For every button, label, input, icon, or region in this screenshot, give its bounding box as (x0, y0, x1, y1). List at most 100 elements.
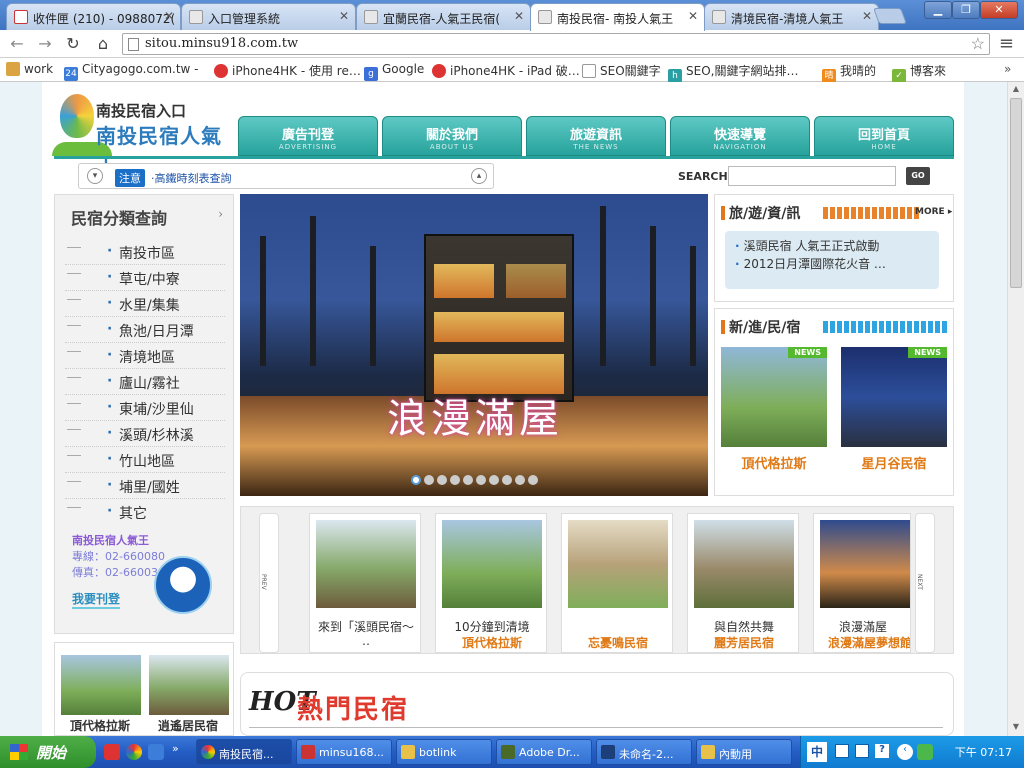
maximize-button[interactable]: ❐ (952, 1, 980, 19)
register-link[interactable]: 我要刊登 (72, 590, 121, 609)
address-bar[interactable]: sitou.minsu918.com.tw ☆ (122, 33, 990, 55)
close-window-button[interactable]: ✕ (980, 1, 1018, 19)
quicklaunch-icon[interactable] (148, 744, 164, 760)
news-item[interactable]: · 2012日月潭國際花火音 … (735, 255, 929, 273)
featured-name[interactable]: 逍遙居民宿 (145, 717, 231, 734)
bookmark-item[interactable]: 晴我晴的 (822, 62, 876, 83)
browser-tab[interactable]: 宜蘭民宿-人氣王民宿(✕ (356, 3, 531, 30)
help-icon[interactable]: ? (875, 744, 889, 758)
taskbar-item[interactable]: 未命名-2... (596, 739, 692, 765)
bookmark-item[interactable]: SEO關鍵字 (582, 62, 661, 79)
more-bookmarks-icon[interactable]: » (1004, 62, 1011, 76)
new-listing-name[interactable]: 星月谷民宿 (841, 453, 947, 472)
carousel-item[interactable]: 來到「溪頭民宿～ ‥ (309, 513, 421, 653)
slide-dot[interactable] (502, 475, 512, 485)
new-listing-card[interactable]: NEWS (841, 347, 947, 447)
carousel-item[interactable]: 浪漫滿屋 浪漫滿屋夢想館 (813, 513, 911, 653)
close-icon[interactable]: ✕ (164, 9, 174, 23)
bookmark-item[interactable]: 24 Cityagogo.com.tw - (64, 62, 199, 81)
chevron-down-icon[interactable]: ▾ (87, 168, 103, 184)
category-item[interactable]: · 清境地區 (65, 343, 225, 369)
category-item[interactable]: · 南投市區 (65, 239, 225, 265)
browser-tab[interactable]: 入口管理系統 ✕ (181, 3, 356, 30)
nav-advertising[interactable]: 廣告刊登 ADVERTISING (238, 116, 378, 156)
browser-tab[interactable]: 收件匣 (210) - 0988072(✕ (6, 3, 181, 30)
scroll-thumb[interactable] (1010, 98, 1022, 288)
category-item[interactable]: · 東埔/沙里仙 (65, 395, 225, 421)
close-icon[interactable]: ✕ (514, 9, 524, 23)
slide-dot[interactable] (515, 475, 525, 485)
category-item[interactable]: · 其它 (65, 499, 225, 525)
forward-icon[interactable]: → (34, 34, 56, 53)
menu-icon[interactable]: ≡ (999, 33, 1014, 54)
slide-dot[interactable] (463, 475, 473, 485)
bookmark-item[interactable]: ✓ 博客來 (892, 62, 946, 83)
language-indicator[interactable]: 中 (807, 742, 827, 762)
slide-dot[interactable] (411, 475, 421, 485)
new-tab-button[interactable] (873, 8, 907, 24)
category-item[interactable]: · 埔里/國姓 (65, 473, 225, 499)
taskbar-item[interactable]: 內動用 (696, 739, 792, 765)
bookmark-item[interactable]: iPhone4HK - iPad 破… (432, 62, 580, 79)
slide-dot[interactable] (476, 475, 486, 485)
site-logo[interactable]: 南投民宿入口 南投民宿人氣王 (52, 92, 232, 177)
notice-link[interactable]: ‧高鐵時刻表查詢 (151, 170, 232, 186)
browser-tab-active[interactable]: 南投民宿- 南投人氣王 ✕ (530, 3, 705, 31)
new-listing-name[interactable]: 頂代格拉斯 (721, 453, 827, 472)
featured-thumb[interactable] (61, 655, 141, 715)
category-item[interactable]: · 溪頭/杉林溪 (65, 421, 225, 447)
carousel-item[interactable]: 10分鐘到清境 頂代格拉斯 (435, 513, 547, 653)
slide-dot[interactable] (528, 475, 538, 485)
taskbar-item[interactable]: minsu168... (296, 739, 392, 765)
carousel-prev-button[interactable]: PREV (259, 513, 279, 653)
more-quicklaunch-icon[interactable]: » (172, 742, 179, 755)
close-icon[interactable]: ✕ (862, 9, 872, 23)
vertical-scrollbar[interactable]: ▲ ▼ (1007, 82, 1024, 736)
featured-name[interactable]: 頂代格拉斯 (57, 717, 143, 734)
back-icon[interactable]: ← (6, 34, 28, 53)
slide-dots[interactable] (411, 474, 541, 488)
scroll-up-icon[interactable]: ▲ (1010, 84, 1022, 96)
nav-navigation[interactable]: 快速導覽 NAVIGATION (670, 116, 810, 156)
nav-about[interactable]: 關於我們 ABOUT US (382, 116, 522, 156)
search-input[interactable] (728, 166, 896, 186)
minimize-button[interactable]: ▁ (924, 1, 952, 19)
carousel-item[interactable]: 與自然共舞 麗芳居民宿 (687, 513, 799, 653)
category-item[interactable]: · 竹山地區 (65, 447, 225, 473)
slide-dot[interactable] (489, 475, 499, 485)
category-item[interactable]: · 廬山/霧社 (65, 369, 225, 395)
close-icon[interactable]: ✕ (688, 9, 698, 23)
bookmark-item[interactable]: h SEO,關鍵字網站排… (668, 62, 798, 83)
category-item[interactable]: · 草屯/中寮 (65, 265, 225, 291)
tray-icon[interactable] (855, 744, 869, 758)
news-item[interactable]: · 溪頭民宿 人氣王正式啟動 (735, 237, 929, 255)
nav-home[interactable]: 回到首頁 HOME (814, 116, 954, 156)
slide-dot[interactable] (424, 475, 434, 485)
hero-slideshow[interactable]: 浪漫滿屋 (240, 194, 708, 496)
bookmark-star-icon[interactable]: ☆ (971, 34, 985, 53)
carousel-item[interactable]: 忘憂鳴民宿 (561, 513, 673, 653)
reload-icon[interactable]: ↻ (62, 34, 84, 53)
arrow-left-icon[interactable]: ‹ (897, 744, 913, 760)
new-listing-card[interactable]: NEWS (721, 347, 827, 447)
featured-thumb[interactable] (149, 655, 229, 715)
search-go-button[interactable]: GO (906, 167, 930, 185)
carousel-next-button[interactable]: NEXT (915, 513, 935, 653)
slide-dot[interactable] (437, 475, 447, 485)
category-item[interactable]: · 水里/集集 (65, 291, 225, 317)
slide-dot[interactable] (450, 475, 460, 485)
browser-tab[interactable]: 清境民宿-清境人氣王 ✕ (704, 3, 879, 30)
bookmark-item[interactable]: iPhone4HK - 使用 re… (214, 62, 361, 79)
close-icon[interactable]: ✕ (339, 9, 349, 23)
nav-travel-news[interactable]: 旅遊資訊 THE NEWS (526, 116, 666, 156)
more-link[interactable]: MORE ▸ (915, 207, 952, 217)
quicklaunch-icon[interactable] (104, 744, 120, 760)
chrome-icon[interactable] (126, 744, 142, 760)
bookmark-item[interactable]: g Google (364, 62, 424, 81)
scroll-down-icon[interactable]: ▼ (1010, 722, 1022, 734)
start-button[interactable]: 開始 (0, 736, 96, 768)
taskbar-item[interactable]: Adobe Dr... (496, 739, 592, 765)
bookmark-item[interactable]: work (6, 62, 53, 76)
chevron-up-icon[interactable]: ▴ (471, 168, 487, 184)
home-icon[interactable]: ⌂ (92, 34, 114, 53)
